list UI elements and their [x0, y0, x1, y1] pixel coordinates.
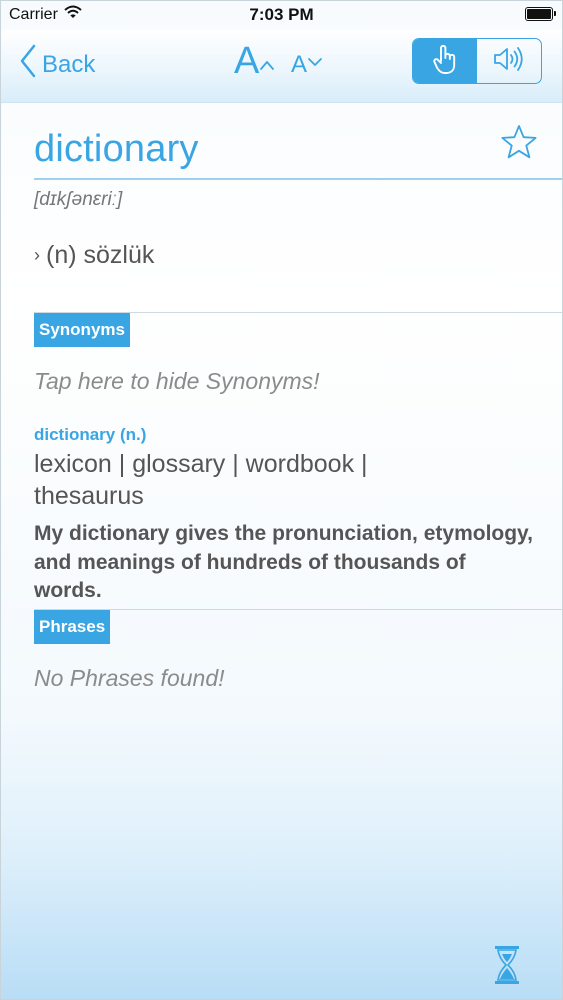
mode-segmented-control [412, 38, 542, 84]
battery-icon [525, 7, 556, 21]
synonyms-header: Synonyms [34, 313, 130, 347]
phrases-empty-message: No Phrases found! [34, 665, 225, 691]
hand-pointer-icon [430, 43, 460, 80]
status-bar: Carrier 7:03 PM [0, 0, 563, 30]
phonetic-transcription: [dɪkʃənɛriː] [34, 189, 123, 210]
chevron-right-icon: › [34, 245, 40, 265]
decrease-font-label: A [291, 51, 308, 78]
touch-mode-button[interactable] [413, 39, 477, 83]
meaning-item[interactable]: › (n) sözlük [34, 241, 154, 270]
sound-mode-button[interactable] [477, 39, 541, 83]
synonym-group-title: dictionary (n.) [34, 425, 147, 444]
nav-bar: Back A A [0, 30, 563, 103]
entry-word: dictionary [34, 128, 199, 170]
hourglass-icon[interactable] [493, 944, 521, 991]
phrases-header: Phrases [34, 610, 111, 644]
speaker-icon [492, 44, 526, 79]
increase-font-label: A [234, 40, 260, 82]
decrease-font-button[interactable]: A [291, 52, 323, 77]
clock: 7:03 PM [249, 5, 314, 24]
synonyms-toggle-hint[interactable]: Tap here to hide Synonyms! [34, 368, 320, 395]
caret-down-icon [307, 52, 323, 77]
meaning-text: (n) sözlük [46, 241, 155, 269]
synonym-words: lexicon | glossary | wordbook | thesauru… [34, 450, 368, 510]
back-label: Back [42, 50, 96, 78]
chevron-left-icon [20, 44, 42, 85]
word-divider [34, 178, 563, 180]
back-button[interactable]: Back [20, 44, 95, 85]
section-divider [34, 609, 563, 610]
synonym-example-sentence: My dictionary gives the pronunciation, e… [34, 522, 534, 602]
increase-font-button[interactable]: A [234, 42, 275, 80]
caret-up-icon [259, 55, 275, 80]
star-outline-icon[interactable] [500, 124, 538, 165]
